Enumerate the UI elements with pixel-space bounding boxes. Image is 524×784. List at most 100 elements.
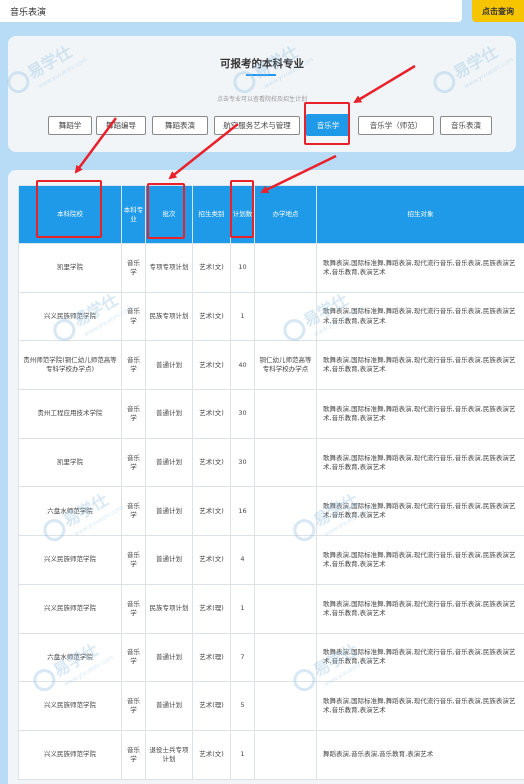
cell-objective: 歌舞表演,国际标准舞,舞蹈表演,现代流行音乐,音乐表演,民族表演艺术,音乐教育,…	[316, 389, 524, 439]
cell-school: 凯里学院	[18, 437, 122, 488]
header-category: 招生类别	[192, 185, 231, 244]
cell-major: 音乐学	[121, 632, 146, 683]
cell-category: 艺术(理)	[192, 681, 231, 731]
header-major: 本科专业	[121, 185, 146, 244]
major-button-dance[interactable]: 舞蹈学	[48, 116, 92, 135]
table-row: 六盘水师范学院 音乐学 普通计划 艺术(理) 7 歌舞表演,国际标准舞,舞蹈表演…	[18, 632, 524, 683]
major-button-music-performance[interactable]: 音乐表演	[440, 116, 492, 135]
table-row: 凯里学院 音乐学 普通计划 艺术(文) 30 歌舞表演,国际标准舞,舞蹈表演,现…	[18, 437, 524, 488]
cell-objective: 歌舞表演,国际标准舞,舞蹈表演,现代流行音乐,音乐表演,民族表演艺术,音乐教育,…	[316, 291, 524, 342]
header-school: 本科院校	[18, 185, 122, 244]
cell-major: 音乐学	[121, 389, 146, 439]
cell-plan: 16	[230, 486, 255, 537]
cell-plan: 40	[230, 340, 255, 391]
search-input[interactable]	[0, 0, 462, 22]
cell-objective: 歌舞表演,国际标准舞,舞蹈表演,现代流行音乐,音乐表演,民族表演艺术,音乐教育,…	[316, 243, 524, 293]
cell-batch: 民族专项计划	[145, 291, 193, 342]
table-row: 贵州工程应用技术学院 音乐学 普通计划 艺术(文) 30 歌舞表演,国际标准舞,…	[18, 389, 524, 439]
cell-objective: 歌舞表演,国际标准舞,舞蹈表演,现代流行音乐,音乐表演,民族表演艺术,音乐教育,…	[316, 583, 524, 634]
majors-hint: 点击专业可以查看院校及招生计划	[216, 96, 307, 103]
cell-major: 音乐学	[121, 291, 146, 342]
cell-batch: 普通计划	[145, 486, 193, 537]
cell-school: 贵州师范学院(铜仁幼儿师范高等专科学校办学点)	[18, 340, 122, 391]
cell-batch: 普通计划	[145, 535, 193, 585]
cell-category: 艺术(文)	[192, 243, 231, 293]
cell-batch: 普通计划	[145, 681, 193, 731]
cell-location	[254, 243, 317, 293]
cell-objective: 歌舞表演,国际标准舞,舞蹈表演,现代流行音乐,音乐表演,民族表演艺术,音乐教育,…	[316, 340, 524, 391]
cell-objective: 舞蹈表演,音乐表演,音乐教育,表演艺术	[316, 729, 524, 780]
cell-school: 兴义民族师范学院	[18, 583, 122, 634]
cell-plan: 4	[230, 535, 255, 585]
table-row: 六盘水师范学院 音乐学 普通计划 艺术(文) 16 歌舞表演,国际标准舞,舞蹈表…	[18, 486, 524, 537]
cell-objective: 歌舞表演,国际标准舞,舞蹈表演,现代流行音乐,音乐表演,民族表演艺术,音乐教育,…	[316, 486, 524, 537]
cell-school: 六盘水师范学院	[18, 632, 122, 683]
header-objective: 招生对象	[316, 185, 524, 244]
cell-batch: 普通计划	[145, 389, 193, 439]
cell-school: 凯里学院	[18, 243, 122, 293]
cell-school: 兴义民族师范学院	[18, 535, 122, 585]
cell-batch: 普通计划	[145, 437, 193, 488]
table-row: 兴义民族师范学院 音乐学 普通计划 艺术(理) 5 歌舞表演,国际标准舞,舞蹈表…	[18, 681, 524, 731]
table-body: 凯里学院 音乐学 专项专项计划 艺术(文) 10 歌舞表演,国际标准舞,舞蹈表演…	[18, 243, 524, 780]
cell-major: 音乐学	[121, 340, 146, 391]
cell-location	[254, 389, 317, 439]
major-button-choreography[interactable]: 舞蹈编导	[96, 116, 146, 135]
cell-category: 艺术(文)	[192, 389, 231, 439]
header-location: 办学地点	[254, 185, 317, 244]
cell-school: 兴义民族师范学院	[18, 681, 122, 731]
cell-location	[254, 729, 317, 780]
cell-category: 艺术(文)	[192, 437, 231, 488]
cell-category: 艺术(文)	[192, 535, 231, 585]
cell-location: 铜仁幼儿师范高等专科学校办学点	[254, 340, 317, 391]
cell-major: 音乐学	[121, 486, 146, 537]
cell-batch: 民族专项计划	[145, 583, 193, 634]
search-bar: 点击查询	[0, 0, 524, 22]
cell-category: 艺术(理)	[192, 632, 231, 683]
table-row: 兴义民族师范学院 音乐学 普通计划 艺术(文) 4 歌舞表演,国际标准舞,舞蹈表…	[18, 535, 524, 585]
cell-plan: 10	[230, 243, 255, 293]
cell-plan: 7	[230, 632, 255, 683]
cell-plan: 30	[230, 437, 255, 488]
cell-school: 兴义民族师范学院	[18, 291, 122, 342]
cell-batch: 普通计划	[145, 632, 193, 683]
major-button-musicology-normal[interactable]: 音乐学（师范）	[358, 116, 434, 135]
cell-batch: 普通计划	[145, 340, 193, 391]
cell-objective: 歌舞表演,国际标准舞,舞蹈表演,现代流行音乐,音乐表演,民族表演艺术,音乐教育,…	[316, 632, 524, 683]
cell-objective: 歌舞表演,国际标准舞,舞蹈表演,现代流行音乐,音乐表演,民族表演艺术,音乐教育,…	[316, 681, 524, 731]
major-button-dance-performance[interactable]: 舞蹈表演	[152, 116, 208, 135]
results-panel: 本科院校 本科专业 批次 招生类别 计划数 办学地点 招生对象 凯里学院 音乐学…	[8, 170, 524, 784]
header-plan: 计划数	[230, 185, 255, 244]
cell-school: 贵州工程应用技术学院	[18, 389, 122, 439]
cell-objective: 歌舞表演,国际标准舞,舞蹈表演,现代流行音乐,音乐表演,民族表演艺术,音乐教育,…	[316, 535, 524, 585]
cell-location	[254, 535, 317, 585]
majors-panel: 可报考的本科专业 点击专业可以查看院校及招生计划 舞蹈学 舞蹈编导 舞蹈表演 航…	[8, 36, 516, 152]
major-button-musicology[interactable]: 音乐学	[306, 114, 350, 136]
cell-plan: 1	[230, 729, 255, 780]
cell-plan: 30	[230, 389, 255, 439]
table-row: 凯里学院 音乐学 专项专项计划 艺术(文) 10 歌舞表演,国际标准舞,舞蹈表演…	[18, 243, 524, 293]
cell-school: 六盘水师范学院	[18, 486, 122, 537]
cell-major: 音乐学	[121, 243, 146, 293]
cell-location	[254, 583, 317, 634]
majors-title: 可报考的本科专业	[220, 58, 304, 70]
cell-location	[254, 437, 317, 488]
cell-batch: 退役士兵专项计划	[145, 729, 193, 780]
table-row: 兴义民族师范学院 音乐学 民族专项计划 艺术(文) 1 歌舞表演,国际标准舞,舞…	[18, 291, 524, 342]
cell-school: 兴义民族师范学院	[18, 729, 122, 780]
cell-objective: 歌舞表演,国际标准舞,舞蹈表演,现代流行音乐,音乐表演,民族表演艺术,音乐教育,…	[316, 437, 524, 488]
cell-batch: 专项专项计划	[145, 243, 193, 293]
table-header-row: 本科院校 本科专业 批次 招生类别 计划数 办学地点 招生对象	[18, 185, 524, 244]
cell-category: 艺术(文)	[192, 340, 231, 391]
major-button-aviation-service[interactable]: 航空服务艺术与管理	[214, 116, 300, 135]
cell-location	[254, 632, 317, 683]
table-row: 兴义民族师范学院 音乐学 退役士兵专项计划 艺术(文) 1 舞蹈表演,音乐表演,…	[18, 729, 524, 780]
cell-major: 音乐学	[121, 729, 146, 780]
cell-category: 艺术(文)	[192, 486, 231, 537]
cell-category: 艺术(理)	[192, 583, 231, 634]
search-button[interactable]: 点击查询	[472, 0, 524, 22]
header-batch: 批次	[145, 185, 193, 244]
table-row: 贵州师范学院(铜仁幼儿师范高等专科学校办学点) 音乐学 普通计划 艺术(文) 4…	[18, 340, 524, 391]
cell-location	[254, 681, 317, 731]
cell-plan: 1	[230, 291, 255, 342]
